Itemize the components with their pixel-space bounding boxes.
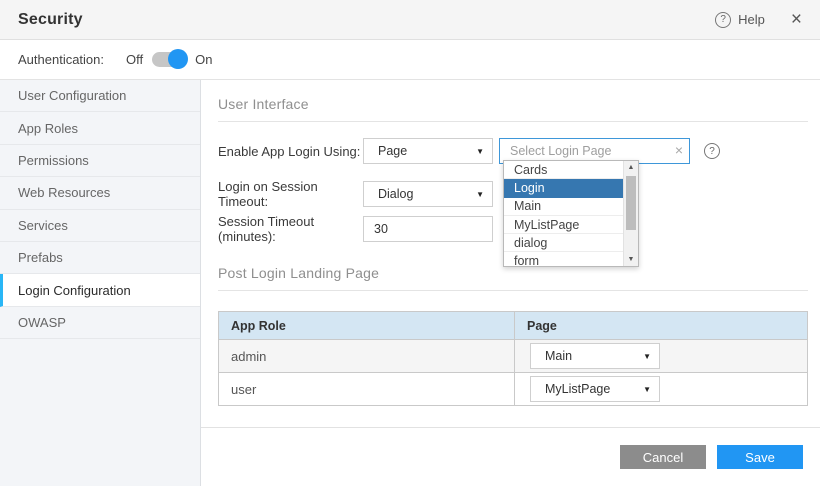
table-row: user MyListPage ▼ (219, 373, 807, 406)
authentication-toggle[interactable] (152, 52, 186, 67)
sidebar-item-user-configuration[interactable]: User Configuration (0, 80, 200, 112)
column-header-page: Page (515, 312, 807, 339)
dropdown-option-main[interactable]: Main (504, 198, 623, 216)
toggle-knob (168, 49, 188, 69)
authentication-label: Authentication: (18, 52, 104, 67)
login-page-help-icon[interactable]: ? (704, 143, 720, 159)
table-row: admin Main ▼ (219, 340, 807, 373)
user-page-select[interactable]: MyListPage ▼ (530, 376, 660, 402)
dropdown-option-form[interactable]: form (504, 252, 623, 267)
authentication-bar: Authentication: Off On (0, 40, 820, 80)
dropdown-option-dialog[interactable]: dialog (504, 234, 623, 252)
help-icon: ? (715, 12, 731, 28)
dropdown-option-cards[interactable]: Cards (504, 161, 623, 179)
sidebar-item-services[interactable]: Services (0, 210, 200, 242)
session-timeout-label: Session Timeout (minutes): (218, 214, 363, 244)
dropdown-option-login[interactable]: Login (504, 179, 623, 197)
chevron-down-icon: ▼ (476, 147, 484, 156)
scrollbar-thumb[interactable] (626, 176, 636, 230)
save-button[interactable]: Save (717, 445, 803, 469)
app-role-cell: admin (219, 340, 515, 372)
login-configuration-panel: User Interface Enable App Login Using: P… (201, 80, 820, 486)
sidebar-item-login-configuration[interactable]: Login Configuration (0, 274, 200, 306)
clear-icon[interactable]: × (675, 143, 683, 157)
session-timeout-input[interactable] (363, 216, 493, 242)
close-icon[interactable]: × (791, 10, 802, 29)
scroll-down-icon[interactable]: ▼ (624, 253, 638, 266)
sidebar-item-web-resources[interactable]: Web Resources (0, 177, 200, 209)
help-label: Help (738, 12, 765, 27)
column-header-app-role: App Role (219, 312, 515, 339)
security-dialog: Security ? Help × Authentication: Off On… (0, 0, 820, 486)
session-timeout-login-label: Login on Session Timeout: (218, 179, 363, 209)
sidebar-item-app-roles[interactable]: App Roles (0, 112, 200, 144)
section-user-interface: User Interface (218, 92, 808, 122)
dropdown-scrollbar[interactable]: ▲ ▼ (623, 161, 638, 266)
session-timeout-login-select[interactable]: Dialog ▼ (363, 181, 493, 207)
sidebar-item-permissions[interactable]: Permissions (0, 145, 200, 177)
toggle-off-label: Off (126, 52, 143, 67)
scrollbar-track[interactable] (624, 174, 638, 253)
page-title: Security (18, 11, 83, 29)
login-type-select[interactable]: Page ▼ (363, 138, 493, 164)
titlebar: Security ? Help × (0, 0, 820, 40)
app-role-cell: user (219, 373, 515, 405)
dropdown-option-mylistpage[interactable]: MyListPage (504, 216, 623, 234)
admin-page-select[interactable]: Main ▼ (530, 343, 660, 369)
sidebar-item-owasp[interactable]: OWASP (0, 307, 200, 339)
settings-sidebar: User Configuration App Roles Permissions… (0, 80, 201, 486)
table-header-row: App Role Page (219, 312, 807, 340)
post-login-table: App Role Page admin Main ▼ user (218, 311, 808, 406)
enable-app-login-label: Enable App Login Using: (218, 144, 363, 159)
cancel-button[interactable]: Cancel (620, 445, 706, 469)
dialog-footer: Cancel Save (201, 427, 820, 486)
sidebar-item-prefabs[interactable]: Prefabs (0, 242, 200, 274)
chevron-down-icon: ▼ (476, 190, 484, 199)
scroll-up-icon[interactable]: ▲ (624, 161, 638, 174)
login-page-dropdown: Cards Login Main MyListPage dialog form … (503, 160, 639, 267)
chevron-down-icon: ▼ (643, 385, 651, 394)
help-button[interactable]: ? Help (715, 12, 765, 28)
chevron-down-icon: ▼ (643, 352, 651, 361)
toggle-on-label: On (195, 52, 212, 67)
